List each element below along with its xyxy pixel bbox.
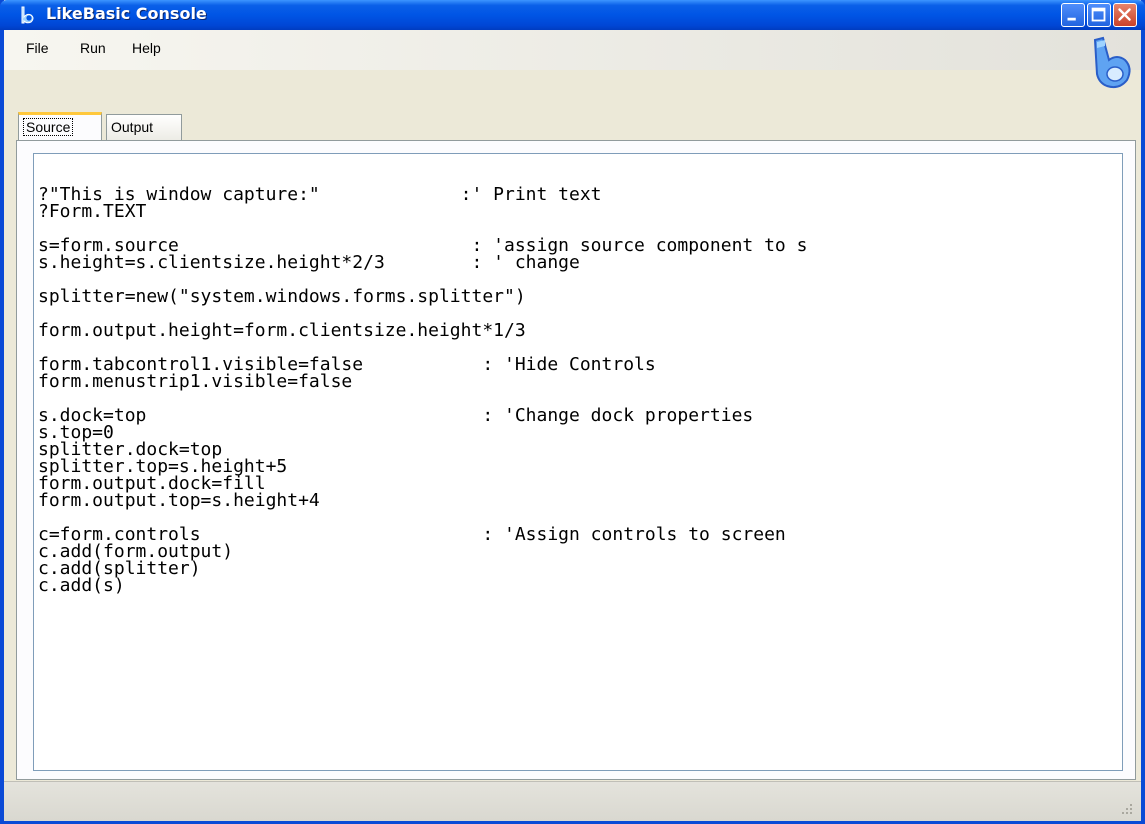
menu-file[interactable]: File bbox=[26, 40, 49, 56]
source-code[interactable]: ?"This is window capture:" :' Print text… bbox=[38, 184, 807, 596]
title-bar[interactable]: LikeBasic Console bbox=[0, 0, 1145, 30]
minimize-icon bbox=[1067, 17, 1076, 21]
tab-output[interactable]: Output bbox=[106, 114, 182, 141]
likebasic-app-icon bbox=[21, 6, 34, 24]
code-line: s.height=s.clientsize.height*2/3 : ' cha… bbox=[38, 252, 580, 273]
code-line: ?Form.TEXT bbox=[38, 201, 147, 222]
code-line: c.add(splitter) bbox=[38, 558, 201, 579]
close-icon bbox=[1118, 8, 1131, 21]
maximize-button[interactable] bbox=[1087, 3, 1111, 27]
likebasic-logo-icon bbox=[1093, 36, 1131, 89]
menu-help[interactable]: Help bbox=[132, 40, 161, 56]
window-title: LikeBasic Console bbox=[46, 4, 207, 23]
menu-run[interactable]: Run bbox=[80, 40, 106, 56]
code-line: c.add(s) bbox=[38, 575, 125, 596]
resize-grip-icon[interactable] bbox=[1119, 801, 1133, 815]
maximize-icon bbox=[1091, 7, 1106, 22]
tab-source-label: Source bbox=[23, 118, 74, 136]
app-window: LikeBasic Console File Run Help Source O… bbox=[0, 0, 1145, 824]
code-line: form.menustrip1.visible=false bbox=[38, 371, 353, 392]
code-line: form.output.top=s.height+4 bbox=[38, 490, 320, 511]
code-line: form.output.height=form.clientsize.heigh… bbox=[38, 320, 526, 341]
code-line: s.dock=top : 'Change dock properties bbox=[38, 405, 754, 426]
status-bar bbox=[4, 781, 1141, 821]
minimize-button[interactable] bbox=[1061, 3, 1085, 27]
menu-bar: File Run Help bbox=[4, 30, 1141, 70]
tab-output-label: Output bbox=[111, 119, 154, 135]
close-button[interactable] bbox=[1113, 3, 1137, 27]
code-line: splitter=new("system.windows.forms.split… bbox=[38, 286, 526, 307]
code-line: ?"This is window capture:" :' Print text bbox=[38, 184, 602, 205]
tab-panel-source: ?"This is window capture:" :' Print text… bbox=[16, 140, 1136, 780]
source-editor[interactable]: ?"This is window capture:" :' Print text… bbox=[33, 153, 1123, 771]
tab-source[interactable]: Source bbox=[18, 112, 102, 142]
